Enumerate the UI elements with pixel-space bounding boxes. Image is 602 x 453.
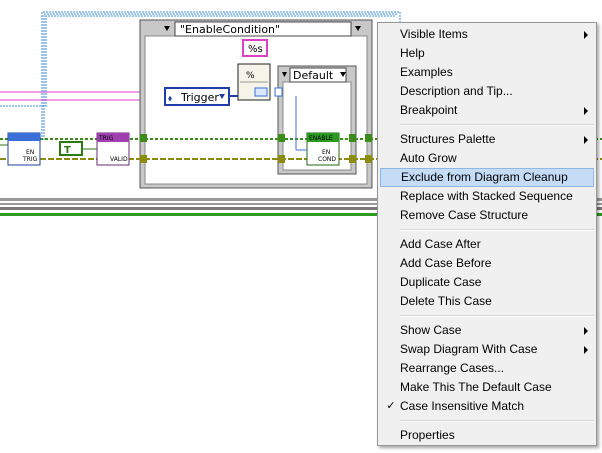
menu-item-add-case-after[interactable]: Add Case After: [380, 235, 594, 254]
menu-item-label: Delete This Case: [400, 294, 492, 308]
menu-separator: [400, 229, 594, 231]
format-string-label: %s: [248, 44, 263, 55]
inner-case-selector-label: Default: [293, 69, 334, 82]
menu-item-label: Replace with Stacked Sequence: [400, 189, 573, 203]
menu-item-breakpoint[interactable]: Breakpoint: [380, 101, 594, 120]
menu-item-rearrange-cases[interactable]: Rearrange Cases...: [380, 359, 594, 378]
submenu-arrow-icon: [584, 327, 588, 335]
menu-item-structures-palette[interactable]: Structures Palette: [380, 130, 594, 149]
submenu-arrow-icon: [584, 346, 588, 354]
menu-item-swap-diagram-with-case[interactable]: Swap Diagram With Case: [380, 340, 594, 359]
enable-condition-subvi[interactable]: ENABLE EN COND: [306, 132, 340, 166]
menu-separator: [400, 315, 594, 317]
menu-item-label: Breakpoint: [400, 103, 458, 117]
menu-item-label: Exclude from Diagram Cleanup: [401, 170, 568, 184]
menu-item-label: Remove Case Structure: [400, 208, 529, 222]
menu-separator: [400, 124, 594, 126]
menu-item-label: Structures Palette: [400, 132, 496, 146]
svg-text:⬧: ⬧: [168, 93, 172, 103]
svg-text:EN: EN: [26, 149, 34, 156]
submenu-arrow-icon: [584, 31, 588, 39]
menu-item-properties[interactable]: Properties: [380, 426, 594, 445]
menu-item-label: Add Case Before: [400, 256, 492, 270]
menu-item-label: Swap Diagram With Case: [400, 342, 538, 356]
menu-item-label: Make This The Default Case: [400, 380, 552, 394]
case-selector-label: "EnableCondition": [180, 23, 280, 36]
menu-separator: [400, 420, 594, 422]
menu-item-duplicate-case[interactable]: Duplicate Case: [380, 273, 594, 292]
svg-text:ENABLE: ENABLE: [309, 135, 333, 142]
submenu-arrow-icon: [584, 107, 588, 115]
trigger-valid-subvi[interactable]: TRIG VALID: [96, 132, 130, 166]
menu-item-help[interactable]: Help: [380, 44, 594, 63]
menu-item-show-case[interactable]: Show Case: [380, 321, 594, 340]
menu-item-label: Properties: [400, 428, 455, 442]
menu-item-label: Visible Items: [400, 27, 468, 41]
menu-item-label: Examples: [400, 65, 453, 79]
menu-item-make-this-the-default-case[interactable]: Make This The Default Case: [380, 378, 594, 397]
svg-text:T: T: [64, 145, 71, 156]
trigger-enum-label: Trigger: [180, 91, 219, 104]
svg-text:TRIG: TRIG: [22, 156, 38, 163]
enable-trigger-subvi[interactable]: EN TRIG: [7, 132, 41, 166]
trigger-enum-constant[interactable]: Trigger ⬧: [164, 87, 230, 106]
menu-item-label: Show Case: [400, 323, 462, 337]
menu-item-description-and-tip[interactable]: Description and Tip...: [380, 82, 594, 101]
menu-item-examples[interactable]: Examples: [380, 63, 594, 82]
format-string-constant[interactable]: %s: [242, 39, 268, 57]
menu-item-remove-case-structure[interactable]: Remove Case Structure: [380, 206, 594, 225]
svg-text:VALID: VALID: [110, 156, 128, 163]
svg-text:EN: EN: [322, 149, 330, 156]
context-menu[interactable]: Visible Items Help Examples Description and…: [377, 22, 597, 446]
menu-item-label: Description and Tip...: [400, 84, 513, 98]
menu-item-label: Add Case After: [400, 237, 481, 251]
menu-item-exclude-from-diagram-cleanup[interactable]: Exclude from Diagram Cleanup: [380, 168, 594, 187]
menu-item-auto-grow[interactable]: Auto Grow: [380, 149, 594, 168]
context-menu-items: Visible Items Help Examples Description and…: [378, 25, 596, 445]
menu-item-delete-this-case[interactable]: Delete This Case: [380, 292, 594, 311]
menu-item-case-insensitive-match[interactable]: ✓ Case Insensitive Match: [380, 397, 594, 416]
menu-item-label: Duplicate Case: [400, 275, 482, 289]
checkmark-icon: ✓: [386, 400, 396, 412]
true-boolean-constant[interactable]: T: [59, 141, 83, 156]
svg-text:TRIG: TRIG: [98, 135, 114, 142]
submenu-arrow-icon: [584, 136, 588, 144]
svg-text:%: %: [246, 71, 255, 81]
format-into-string-node[interactable]: %: [237, 63, 271, 101]
menu-item-label: Case Insensitive Match: [400, 399, 525, 413]
menu-item-label: Rearrange Cases...: [400, 361, 505, 375]
menu-item-label: Help: [400, 46, 425, 60]
menu-item-visible-items[interactable]: Visible Items: [380, 25, 594, 44]
svg-text:COND: COND: [318, 156, 336, 163]
menu-item-add-case-before[interactable]: Add Case Before: [380, 254, 594, 273]
menu-item-replace-with-stacked-sequence[interactable]: Replace with Stacked Sequence: [380, 187, 594, 206]
menu-item-label: Auto Grow: [400, 151, 457, 165]
